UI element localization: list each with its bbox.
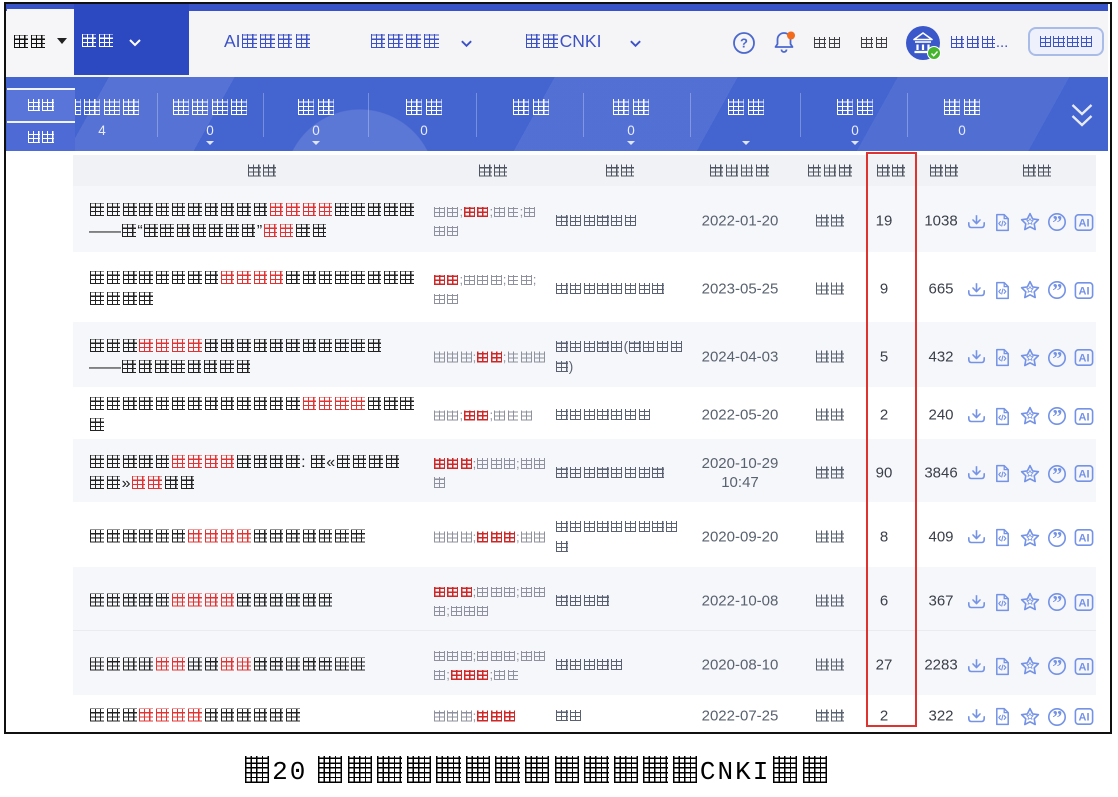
svg-text:”: ”	[1052, 528, 1062, 548]
svg-text:”: ”	[1052, 280, 1062, 300]
svg-text:AI: AI	[1079, 469, 1090, 481]
svg-text:”: ”	[1052, 707, 1062, 727]
svg-text:”: ”	[1052, 406, 1062, 426]
svg-text:”: ”	[1052, 656, 1062, 676]
svg-text:AI: AI	[1079, 353, 1090, 365]
svg-text:AI: AI	[1079, 217, 1090, 229]
svg-text:AI: AI	[1079, 597, 1090, 609]
svg-text:AI: AI	[1079, 285, 1090, 297]
svg-text:AI: AI	[1079, 533, 1090, 545]
svg-text:?: ?	[740, 36, 748, 51]
svg-text:”: ”	[1052, 592, 1062, 612]
svg-text:”: ”	[1052, 464, 1062, 484]
svg-text:AI: AI	[1079, 712, 1090, 724]
svg-text:”: ”	[1052, 348, 1062, 368]
svg-text:AI: AI	[1079, 411, 1090, 423]
svg-text:”: ”	[1052, 212, 1062, 232]
svg-text:AI: AI	[1079, 661, 1090, 673]
